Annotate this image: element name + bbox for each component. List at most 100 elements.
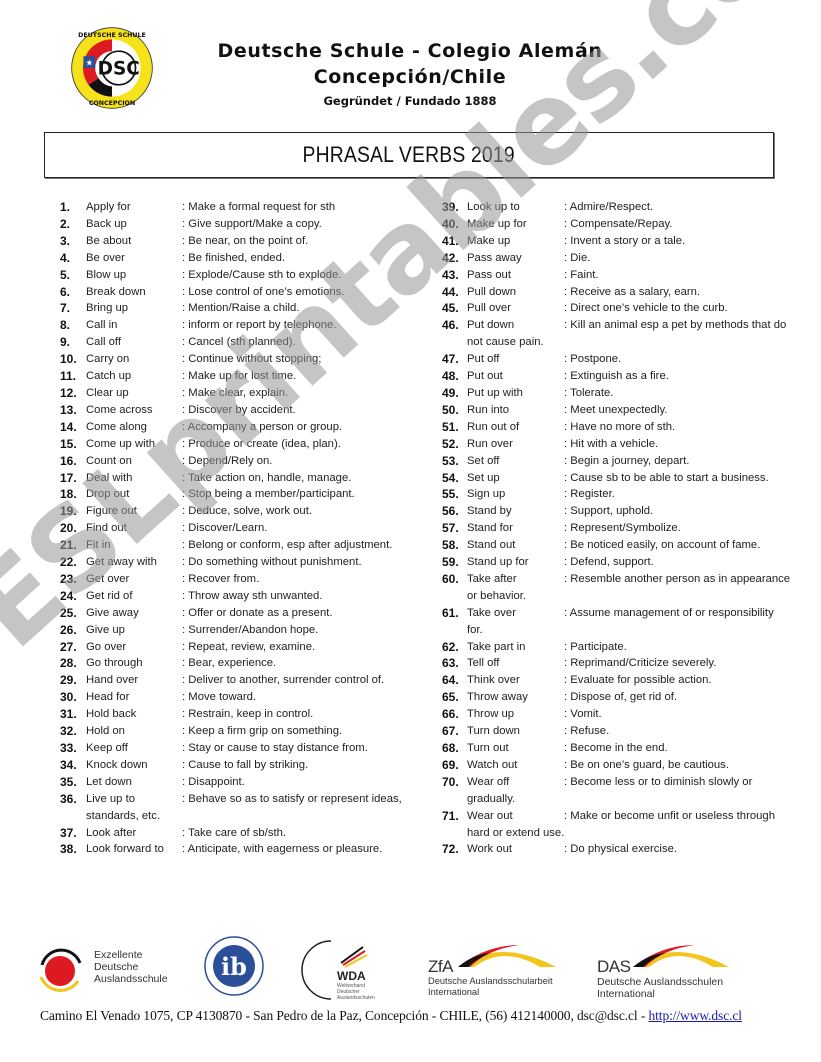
eda-logo: Exzellente Deutsche Auslandsschule xyxy=(36,945,216,995)
entry-verb: Carry on xyxy=(86,353,130,366)
entry-verb: Get away with xyxy=(86,556,157,569)
phrasal-verb-entry: 58. Stand out: Be noticed easily, on acco… xyxy=(442,537,792,554)
entry-definition: : Make up for lost time. xyxy=(182,370,297,383)
entry-definition: : Tolerate. xyxy=(564,386,614,399)
entry-definition: : Dispose of, get rid of. xyxy=(564,691,678,704)
entry-number: 14. xyxy=(60,419,77,434)
phrasal-verb-entry: 35. Let down: Disappoint. xyxy=(60,774,420,791)
entry-number: 26. xyxy=(60,622,77,637)
entry-definition: : Kill an animal esp a pet by methods th… xyxy=(564,319,787,332)
eda-line2: Deutsche xyxy=(94,961,139,973)
entry-number: 70. xyxy=(442,774,459,789)
entry-definition: : Represent/Symbolize. xyxy=(564,522,681,535)
entry-number: 66. xyxy=(442,707,459,722)
entry-verb: Put off xyxy=(467,353,500,366)
entry-definition: : Stay or cause to stay distance from. xyxy=(182,742,368,754)
entry-definition: : Restrain, keep in control. xyxy=(182,708,314,721)
phrasal-verb-entry: 14. Come along: Accompany a person or gro… xyxy=(60,419,420,436)
entry-definition: : Direct one’s vehicle to the curb. xyxy=(564,302,728,315)
phrasal-verb-entry: 17. Deal with: Take action on, handle, ma… xyxy=(60,470,420,487)
phrasal-verb-entry: 44. Pull down: Receive as a salary, earn. xyxy=(442,284,792,301)
entry-definition: : Discover by accident. xyxy=(182,403,296,416)
entry-definition: : Bear, experience. xyxy=(182,657,277,670)
entry-definition: : Behave so as to satisfy or represent i… xyxy=(182,792,402,805)
school-name: Deutsche Schule - Colegio Alemán xyxy=(217,40,603,62)
entry-verb: Give away xyxy=(86,606,139,619)
address-text: Camino El Venado 1075, CP 4130870 - San … xyxy=(40,1008,649,1023)
entry-verb: Come up with xyxy=(86,437,156,450)
entry-definition: : Resemble another person as in appearan… xyxy=(564,572,791,585)
entry-definition: : Take action on, handle, manage. xyxy=(182,471,352,484)
entry-number: 32. xyxy=(60,724,77,739)
website-link[interactable]: http://www.dsc.cl xyxy=(649,1008,743,1023)
das-label: DAS xyxy=(597,957,631,976)
entry-number: 44. xyxy=(442,284,459,299)
entry-number: 11. xyxy=(60,369,77,384)
entry-number: 19. xyxy=(60,504,77,519)
phrasal-verb-entry: 31. Hold back: Restrain, keep in control. xyxy=(60,706,420,723)
phrasal-verb-entry: 16. Count on: Depend/Rely on. xyxy=(60,453,420,470)
phrasal-verb-entry: 43. Pass out: Faint. xyxy=(442,267,792,284)
entry-definition: : Vomit. xyxy=(564,708,602,721)
entry-number: 45. xyxy=(442,301,459,316)
entry-definition: : Move toward. xyxy=(182,691,257,704)
entry-definition: : Mention/Raise a child. xyxy=(182,302,300,315)
entry-verb: Make up xyxy=(467,234,511,247)
wda-label: WDA xyxy=(337,969,366,983)
entry-verb: Look after xyxy=(86,826,137,839)
phrasal-verb-entry: 60. Take after: Resemble another person a… xyxy=(442,571,792,605)
phrasal-verb-entry: 57. Stand for: Represent/Symbolize. xyxy=(442,520,792,537)
entry-definition: : Do physical exercise. xyxy=(564,843,678,856)
phrasal-verb-entry: 63. Tell off: Reprimand/Criticize severel… xyxy=(442,655,792,672)
entry-verb: Think over xyxy=(467,674,520,687)
phrasal-verb-entry: 56. Stand by: Support, uphold. xyxy=(442,503,792,520)
phrasal-verb-entry: 68. Turn out: Become in the end. xyxy=(442,740,792,757)
letterhead: ★ DSC DEUTSCHE SCHULE CONCEPCION Deutsch… xyxy=(0,0,821,125)
entry-verb: Run out of xyxy=(467,420,520,433)
entry-definition: : Surrender/Abandon hope. xyxy=(182,623,319,636)
phrasal-verb-entry: 52. Run over: Hit with a vehicle. xyxy=(442,436,792,453)
entry-verb: Figure out xyxy=(86,505,137,518)
entry-definition: : Cause to fall by striking. xyxy=(182,758,309,771)
entry-verb: Stand up for xyxy=(467,556,529,569)
entry-continuation: gradually. xyxy=(467,792,516,805)
entry-definition: : Begin a journey, depart. xyxy=(564,454,690,467)
entry-number: 67. xyxy=(442,724,459,739)
logo-ring-bottom: CONCEPCION xyxy=(89,100,135,107)
entry-definition: : Faint. xyxy=(564,268,599,281)
phrasal-verb-entry: 72. Work out: Do physical exercise. xyxy=(442,841,792,858)
entry-definition: : Extinguish as a fire. xyxy=(564,370,669,383)
wda-logo: WDA Weltverband Deutscher Auslandsschule… xyxy=(301,937,381,1003)
entry-verb: Deal with xyxy=(86,471,133,484)
entry-definition: : Deduce, solve, work out. xyxy=(182,505,312,518)
entry-number: 12. xyxy=(60,385,77,400)
entry-continuation: standards, etc. xyxy=(86,809,161,822)
entry-continuation: for. xyxy=(467,623,483,636)
phrasal-verb-entry: 9. Call off: Cancel (sth planned). xyxy=(60,334,420,351)
phrasal-verb-entry: 33. Keep off: Stay or cause to stay dista… xyxy=(60,740,420,757)
eda-line1: Exzellente xyxy=(94,949,143,961)
das-sub1: Deutsche Auslandsschulen xyxy=(597,976,724,988)
entry-definition: : Be finished, ended. xyxy=(182,251,286,264)
entry-definition: : Refuse. xyxy=(564,725,610,738)
entry-continuation: or behavior. xyxy=(467,589,527,602)
entry-definition: : inform or report by telephone. xyxy=(182,319,337,332)
phrasal-verb-entry: 34. Knock down: Cause to fall by striking… xyxy=(60,757,420,774)
entry-definition: : Offer or donate as a present. xyxy=(182,606,333,619)
entry-verb: Blow up xyxy=(86,268,127,281)
phrasal-verb-entry: 3. Be about: Be near, on the point of. xyxy=(60,233,420,250)
entry-verb: Get over xyxy=(86,572,130,585)
phrasal-verb-entry: 41. Make up: Invent a story or a tale. xyxy=(442,233,792,250)
entry-number: 29. xyxy=(60,673,77,688)
entry-continuation: hard or extend use. xyxy=(467,826,565,839)
phrasal-verb-entry: 8. Call in: inform or report by telephone… xyxy=(60,317,420,334)
entry-verb: Put down xyxy=(467,319,515,332)
entry-definition: : Receive as a salary, earn. xyxy=(564,285,701,298)
entry-definition: : Explode/Cause sth to explode. xyxy=(182,268,342,281)
entry-number: 69. xyxy=(442,757,459,772)
entry-number: 24. xyxy=(60,588,77,603)
entry-number: 36. xyxy=(60,791,77,806)
entry-verb: Apply for xyxy=(86,201,131,213)
school-founded: Gegründet / Fundado 1888 xyxy=(323,94,497,108)
entry-verb: Fit in xyxy=(86,539,111,552)
